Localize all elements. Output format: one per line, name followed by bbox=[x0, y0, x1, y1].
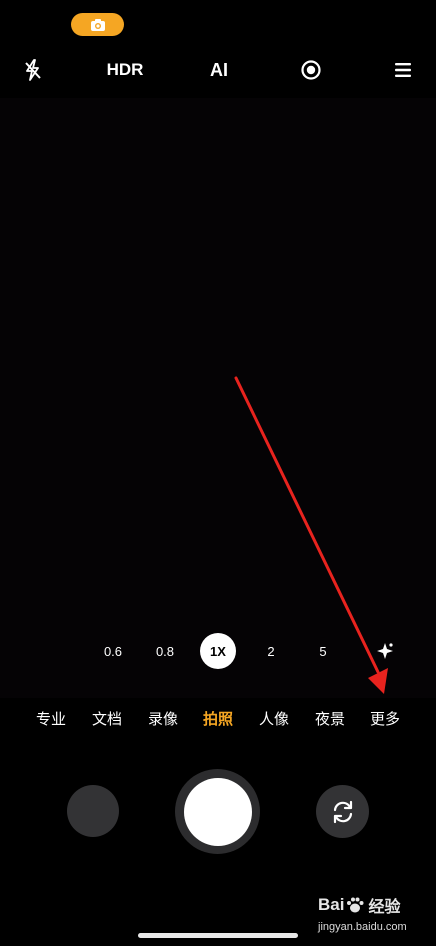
paw-icon bbox=[347, 897, 364, 913]
ai-button[interactable]: AI bbox=[202, 52, 236, 88]
mode-night[interactable]: 夜景 bbox=[308, 704, 352, 732]
flash-off-icon bbox=[25, 59, 41, 81]
watermark-url: jingyan.baidu.com bbox=[318, 921, 407, 933]
menu-icon bbox=[395, 63, 411, 77]
top-toolbar: HDR AI bbox=[0, 52, 436, 88]
gallery-thumbnail[interactable] bbox=[67, 785, 119, 837]
mode-video[interactable]: 录像 bbox=[141, 704, 185, 732]
logo-prefix: Bai bbox=[318, 895, 345, 914]
mode-photo-selected[interactable]: 拍照 bbox=[196, 704, 240, 732]
flash-button[interactable] bbox=[18, 52, 48, 88]
hdr-button[interactable]: HDR bbox=[100, 52, 150, 88]
mode-selector: 专业 文档 录像 拍照 人像 夜景 更多 bbox=[0, 704, 436, 732]
zoom-2[interactable]: 2 bbox=[254, 633, 288, 669]
sparkle-button[interactable] bbox=[370, 633, 400, 669]
mode-portrait[interactable]: 人像 bbox=[252, 704, 296, 732]
switch-camera-button[interactable] bbox=[316, 785, 369, 838]
mode-more[interactable]: 更多 bbox=[363, 704, 407, 732]
zoom-5[interactable]: 5 bbox=[306, 633, 340, 669]
logo-suffix: 经验 bbox=[368, 897, 401, 916]
camera-status-pill bbox=[71, 13, 124, 36]
shutter-button[interactable] bbox=[175, 769, 260, 854]
baidu-watermark: Bai 经验 jingyan.baidu.com bbox=[318, 893, 430, 941]
shutter-inner bbox=[183, 777, 252, 846]
zoom-0-8[interactable]: 0.8 bbox=[148, 633, 182, 669]
live-photo-button[interactable] bbox=[296, 52, 326, 88]
camera-icon bbox=[90, 18, 105, 31]
home-indicator[interactable] bbox=[138, 933, 298, 938]
sparkle-icon bbox=[377, 643, 393, 659]
mode-pro[interactable]: 专业 bbox=[29, 704, 73, 732]
zoom-1x-selected[interactable]: 1X bbox=[200, 633, 236, 669]
live-photo-icon bbox=[301, 60, 321, 80]
baidu-logo: Bai 经验 bbox=[318, 893, 400, 917]
mode-document[interactable]: 文档 bbox=[85, 704, 129, 732]
zoom-0-6[interactable]: 0.6 bbox=[96, 633, 130, 669]
menu-button[interactable] bbox=[388, 52, 418, 88]
camera-viewfinder[interactable] bbox=[0, 98, 436, 698]
switch-camera-icon bbox=[333, 800, 352, 823]
zoom-selector: 0.6 0.8 1X 2 5 bbox=[0, 633, 436, 669]
